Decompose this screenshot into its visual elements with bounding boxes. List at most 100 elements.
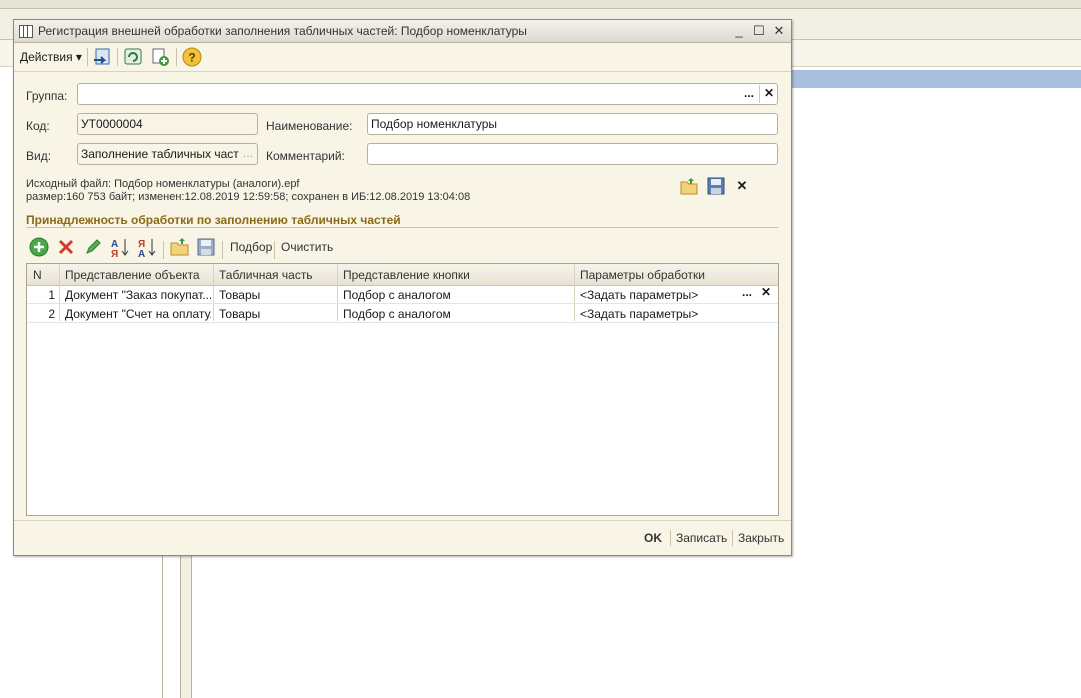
column-header-parameters[interactable]: Параметры обработки [580, 268, 705, 282]
background-divider [162, 555, 163, 698]
row-tabular-part: Товары [219, 307, 261, 321]
actions-menu-button[interactable]: Действия ▾ [20, 50, 82, 64]
table-row[interactable]: 2 Документ "Счет на оплату... Товары Под… [27, 304, 778, 323]
footer-separator [732, 530, 733, 546]
chevron-down-icon: ▾ [75, 50, 82, 64]
pencil-icon [86, 239, 101, 254]
delete-file-button[interactable]: ✕ [733, 178, 751, 196]
save-file-button[interactable] [706, 176, 726, 198]
row-button-text: Подбор с аналогом [343, 288, 451, 302]
row-object: Документ "Заказ покупат... [65, 288, 211, 302]
copy-icon [152, 48, 169, 66]
dialog-footer: OK Записать Закрыть [14, 520, 791, 555]
group-label: Группа: [26, 89, 68, 103]
pick-button[interactable]: Подбор [230, 240, 272, 254]
minimize-button[interactable]: _ [730, 22, 748, 40]
comment-field[interactable] [367, 143, 778, 165]
toolbar-separator [222, 241, 223, 259]
kind-field[interactable]: Заполнение табличных частей ... [77, 143, 258, 165]
name-field[interactable]: Подбор номенклатуры [367, 113, 778, 135]
background-selected-row [790, 70, 1081, 88]
row-parameters: <Задать параметры> [580, 307, 699, 321]
row-parameters: <Задать параметры> [580, 288, 699, 302]
column-header-object[interactable]: Представление объекта [65, 268, 200, 282]
row-tabular-part: Товары [219, 288, 261, 302]
row-button-text: Подбор с аналогом [343, 307, 451, 321]
column-header-button[interactable]: Представление кнопки [343, 268, 470, 282]
refresh-icon [124, 48, 142, 65]
table-row[interactable]: 1 Документ "Заказ покупат... Товары Подб… [27, 285, 778, 304]
save-close-button[interactable] [92, 46, 114, 68]
group-value [78, 84, 777, 87]
maximize-button[interactable]: ☐ [750, 22, 768, 40]
comment-value [368, 144, 777, 147]
group-clear-button[interactable]: ✕ [759, 85, 778, 103]
delete-row-button[interactable] [55, 236, 77, 258]
svg-text:Я: Я [111, 249, 118, 258]
section-title: Принадлежность обработки по заполнению т… [26, 213, 401, 227]
code-value: УТ0000004 [81, 117, 143, 131]
add-icon [29, 237, 49, 257]
add-row-button[interactable] [28, 236, 50, 258]
ok-button[interactable]: OK [644, 531, 662, 545]
save-button[interactable]: Записать [676, 531, 727, 545]
code-label: Код: [26, 119, 50, 133]
sort-descending-button[interactable]: ЯA [136, 236, 158, 260]
group-field[interactable]: ... ✕ [77, 83, 778, 105]
table-header: N Представление объекта Табличная часть … [27, 264, 778, 286]
kind-select-button[interactable]: ... [239, 145, 257, 163]
refresh-button[interactable] [122, 46, 144, 68]
comment-label: Комментарий: [266, 149, 345, 163]
clear-table-button[interactable]: Очистить [281, 240, 333, 254]
name-value: Подбор номенклатуры [371, 117, 498, 131]
group-select-button[interactable]: ... [740, 85, 758, 103]
background-app-titlebar [0, 0, 1081, 9]
row-object: Документ "Счет на оплату... [65, 307, 211, 321]
table-save-button[interactable] [195, 236, 217, 258]
column-header-number[interactable]: N [33, 268, 42, 282]
row-number: 1 [48, 288, 55, 302]
sort-ascending-icon: AЯ [111, 239, 129, 260]
file-details: размер:160 753 байт; изменен:12.08.2019 … [26, 191, 471, 203]
svg-text:?: ? [188, 51, 195, 65]
folder-open-icon [680, 178, 698, 195]
delete-icon [58, 239, 74, 255]
source-file-label: Исходный файл: Подбор номенклатуры (анал… [26, 178, 300, 190]
floppy-disk-icon [707, 177, 725, 195]
help-icon: ? [182, 47, 202, 67]
footer-separator [670, 530, 671, 546]
code-field[interactable]: УТ0000004 [77, 113, 258, 135]
window-title: Регистрация внешней обработки заполнения… [38, 24, 527, 38]
help-button[interactable]: ? [181, 46, 203, 68]
kind-label: Вид: [26, 149, 52, 163]
close-button[interactable]: Закрыть [738, 531, 784, 545]
edit-row-button[interactable] [82, 236, 104, 258]
column-header-tabular-part[interactable]: Табличная часть [219, 268, 313, 282]
actions-label: Действия [20, 50, 73, 64]
save-close-icon [94, 48, 110, 65]
load-file-button[interactable] [679, 176, 699, 198]
name-label: Наименование: [266, 119, 353, 133]
parameters-clear-button[interactable]: ✕ [757, 285, 775, 302]
table-load-button[interactable] [169, 236, 191, 258]
toolbar-separator [87, 48, 88, 66]
kind-value: Заполнение табличных частей [81, 147, 239, 161]
section-divider [26, 227, 778, 228]
toolbar-separator [274, 241, 275, 259]
copy-button[interactable] [149, 46, 171, 68]
row-number: 2 [48, 307, 55, 321]
sort-ascending-button[interactable]: AЯ [109, 236, 131, 260]
svg-text:A: A [138, 249, 145, 258]
assignment-table: N Представление объекта Табличная часть … [26, 263, 779, 516]
toolbar-separator [163, 241, 164, 259]
dialog-window: Регистрация внешней обработки заполнения… [13, 19, 792, 556]
background-splitter[interactable] [180, 555, 192, 698]
form-icon [19, 25, 33, 38]
folder-open-icon [170, 238, 189, 256]
sort-descending-icon: ЯA [138, 239, 156, 260]
parameters-select-button[interactable]: ... [738, 285, 756, 302]
close-window-button[interactable]: ✕ [770, 22, 788, 40]
title-bar[interactable]: Регистрация внешней обработки заполнения… [14, 20, 791, 43]
form-toolbar: Действия ▾ ? [14, 43, 791, 72]
floppy-disk-icon [197, 238, 215, 256]
